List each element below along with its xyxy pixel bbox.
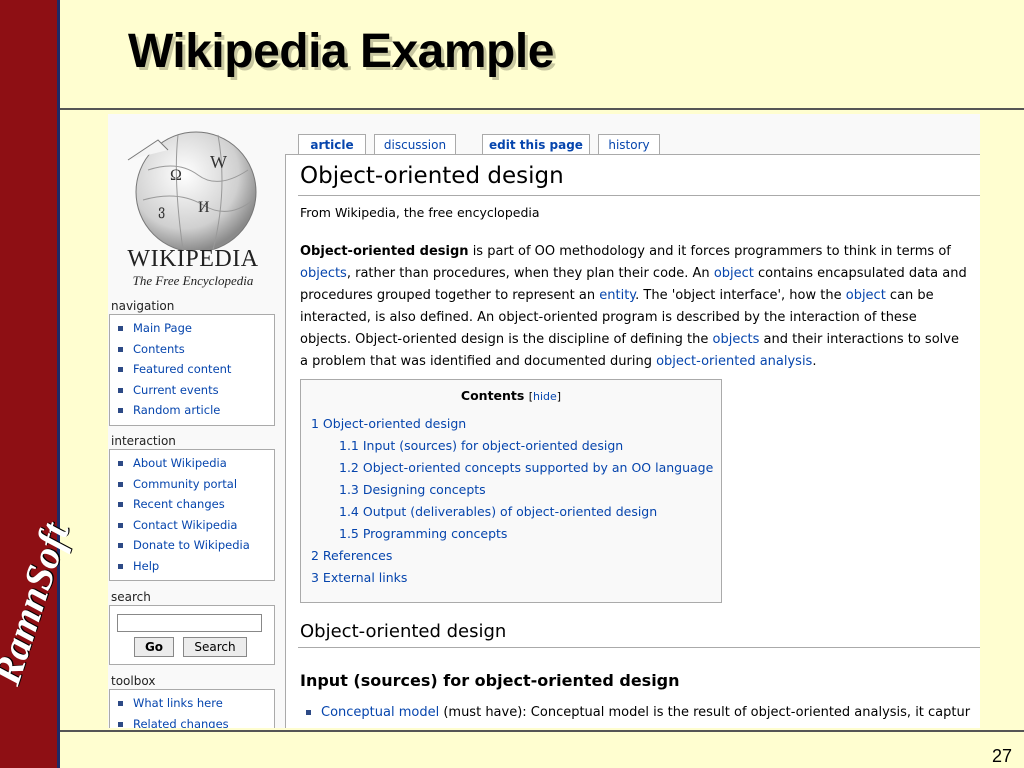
search-input[interactable] <box>117 614 262 632</box>
community-portal-link[interactable]: Community portal <box>118 474 274 495</box>
toc-title-text: Contents <box>460 388 525 403</box>
title-divider <box>60 108 1024 110</box>
svg-text:Ω: Ω <box>170 167 182 184</box>
footer-divider <box>60 730 1024 732</box>
object-oriented-analysis-link[interactable]: object-oriented analysis <box>656 354 812 369</box>
toc-entry[interactable]: 1.3 Designing concepts <box>339 482 486 497</box>
subsection-heading: Input (sources) for object-oriented desi… <box>300 671 680 690</box>
nav-main-page-link[interactable]: Main Page <box>118 318 274 339</box>
toc-entry[interactable]: 1.1 Input (sources) for object-oriented … <box>339 438 623 453</box>
page-number: 27 <box>991 746 1012 766</box>
intro-text: . The 'object interface', how the <box>635 288 846 303</box>
entity-link[interactable]: entity <box>599 288 635 303</box>
slide-title: Wikipedia Example <box>128 25 554 78</box>
title-rule <box>298 195 980 196</box>
go-button[interactable]: Go <box>134 637 174 657</box>
tab-history[interactable]: history <box>598 134 660 154</box>
bullet-item: Conceptual model (must have): Conceptual… <box>306 705 970 720</box>
section-heading: Object-oriented design <box>300 621 507 642</box>
article-content: Object-oriented design From Wikipedia, t… <box>285 154 980 728</box>
what-links-here-link[interactable]: What links here <box>118 693 274 714</box>
article-source-line: From Wikipedia, the free encyclopedia <box>300 205 540 220</box>
tab-discussion[interactable]: discussion <box>374 134 456 154</box>
toc-hide-link[interactable]: hide <box>533 390 557 403</box>
about-wikipedia-link[interactable]: About Wikipedia <box>118 453 274 474</box>
search-button[interactable]: Search <box>183 637 247 657</box>
article-title: Object-oriented design <box>300 163 564 189</box>
object-link[interactable]: object <box>846 288 886 303</box>
svg-text:W: W <box>210 152 227 172</box>
conceptual-model-link[interactable]: Conceptual model <box>321 705 439 720</box>
intro-text: . <box>812 354 817 369</box>
nav-featured-content-link[interactable]: Featured content <box>118 359 274 380</box>
recent-changes-link[interactable]: Recent changes <box>118 494 274 515</box>
left-brand-band: RamnSoft <box>0 0 78 768</box>
related-changes-link[interactable]: Related changes <box>118 714 274 729</box>
intro-lead-term: Object-oriented design <box>300 244 469 259</box>
help-link[interactable]: Help <box>118 556 274 577</box>
wikipedia-screenshot: Ω W ვ И WIKIPEDIA The Free Encyclopedia … <box>108 114 980 728</box>
donate-wikipedia-link[interactable]: Donate to Wikipedia <box>118 535 274 556</box>
object-link[interactable]: object <box>714 266 754 281</box>
brand-logo-text: RamnSoft <box>0 517 78 690</box>
svg-text:И: И <box>198 199 210 216</box>
nav-contents-link[interactable]: Contents <box>118 339 274 360</box>
toc-entry[interactable]: 1.4 Output (deliverables) of object-orie… <box>339 504 657 519</box>
navigation-heading: navigation <box>111 299 175 313</box>
search-heading: search <box>111 590 151 604</box>
objects-link[interactable]: objects <box>300 266 347 281</box>
nav-random-article-link[interactable]: Random article <box>118 400 274 421</box>
toc-entry[interactable]: 1 Object-oriented design <box>311 416 466 431</box>
wikipedia-globe-icon: Ω W ვ И <box>127 131 257 250</box>
table-of-contents: Contents [hide] 1 Object-oriented design… <box>300 379 722 603</box>
intro-text: , rather than procedures, when they plan… <box>346 266 714 281</box>
toc-hide-toggle[interactable]: [hide] <box>529 390 561 403</box>
wikipedia-wordmark: WIKIPEDIA <box>127 246 259 272</box>
bullet-text: (must have): Conceptual model is the res… <box>439 705 971 720</box>
navigation-portlet: Main Page Contents Featured content Curr… <box>109 314 275 426</box>
tab-edit-this-page[interactable]: edit this page <box>482 134 590 154</box>
svg-text:ვ: ვ <box>158 204 165 219</box>
tab-article[interactable]: article <box>298 134 366 155</box>
nav-current-events-link[interactable]: Current events <box>118 380 274 401</box>
intro-paragraph: Object-oriented design is part of OO met… <box>300 241 970 373</box>
toc-entry[interactable]: 1.5 Programming concepts <box>339 526 507 541</box>
toc-entry[interactable]: 1.2 Object-oriented concepts supported b… <box>339 460 713 475</box>
section-rule <box>298 647 980 648</box>
objects-link[interactable]: objects <box>713 332 760 347</box>
interaction-heading: interaction <box>111 434 176 448</box>
wikipedia-tagline: The Free Encyclopedia <box>132 273 254 288</box>
toolbox-heading: toolbox <box>111 674 156 688</box>
intro-text: is part of OO methodology and it forces … <box>468 244 951 259</box>
contact-wikipedia-link[interactable]: Contact Wikipedia <box>118 515 274 536</box>
toc-title: Contents [hide] <box>301 388 721 403</box>
toolbox-portlet: What links here Related changes <box>109 689 275 728</box>
toc-entry[interactable]: 3 External links <box>311 570 407 585</box>
wiki-sidebar: Ω W ვ И WIKIPEDIA The Free Encyclopedia … <box>108 114 278 728</box>
interaction-portlet: About Wikipedia Community portal Recent … <box>109 449 275 581</box>
toc-entry[interactable]: 2 References <box>311 548 392 563</box>
